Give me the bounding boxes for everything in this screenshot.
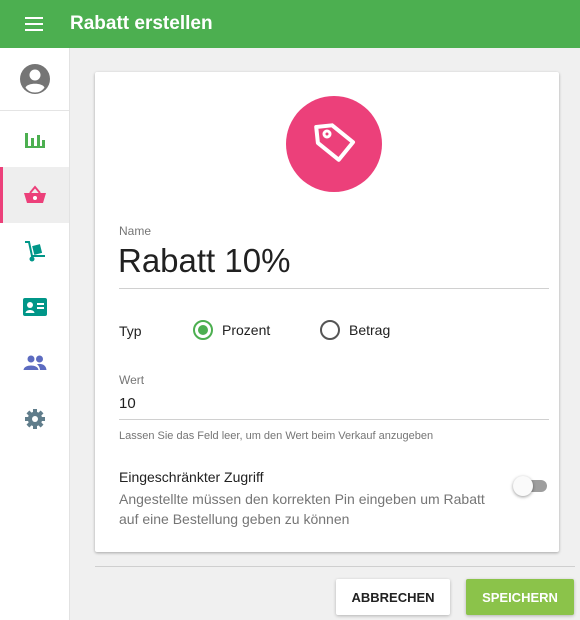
radio-unchecked-icon bbox=[320, 320, 340, 340]
name-input-underline bbox=[119, 288, 549, 289]
type-radio-percent-label: Prozent bbox=[222, 322, 271, 338]
app-bar: Rabatt erstellen bbox=[0, 0, 580, 48]
gear-icon bbox=[24, 409, 45, 429]
radio-checked-icon bbox=[193, 320, 213, 340]
sidebar-item-shop[interactable] bbox=[0, 167, 69, 223]
type-radio-amount-label: Betrag bbox=[349, 322, 391, 338]
sidebar-item-contacts[interactable] bbox=[0, 279, 69, 335]
discount-avatar bbox=[286, 96, 382, 192]
contact-card-icon bbox=[22, 298, 47, 316]
menu-button[interactable] bbox=[0, 0, 68, 48]
tag-icon bbox=[314, 123, 356, 162]
sidebar-item-delivery[interactable] bbox=[0, 223, 69, 279]
value-input-underline bbox=[119, 419, 549, 420]
hand-truck-icon bbox=[24, 241, 45, 262]
sidebar-item-settings[interactable] bbox=[0, 391, 69, 447]
shopping-basket-icon bbox=[23, 185, 46, 203]
sidebar-item-statistics[interactable] bbox=[0, 111, 69, 167]
type-radio-percent[interactable]: Prozent bbox=[193, 320, 270, 340]
value-label: Wert bbox=[119, 373, 145, 387]
people-icon bbox=[23, 355, 46, 370]
type-label: Typ bbox=[119, 323, 142, 339]
restricted-access-toggle[interactable] bbox=[513, 475, 549, 496]
value-input[interactable]: 10 bbox=[119, 395, 136, 412]
hamburger-menu-icon bbox=[25, 17, 43, 31]
bar-chart-icon bbox=[24, 133, 45, 148]
discount-form-card: Name Rabatt 10% Typ Prozent Betrag Wert … bbox=[95, 72, 559, 552]
type-radio-amount[interactable]: Betrag bbox=[320, 320, 390, 340]
toggle-thumb bbox=[513, 476, 533, 496]
restricted-access-description: Angestellte müssen den korrekten Pin ein… bbox=[119, 491, 485, 527]
page-title: Rabatt erstellen bbox=[70, 13, 213, 34]
cancel-button[interactable]: ABBRECHEN bbox=[336, 579, 450, 615]
sidebar-profile[interactable] bbox=[0, 48, 69, 111]
account-circle-icon bbox=[19, 64, 50, 94]
name-label: Name bbox=[119, 224, 152, 238]
save-button[interactable]: SPEICHERN bbox=[466, 579, 574, 615]
actions-divider bbox=[95, 566, 575, 567]
value-hint: Lassen Sie das Feld leer, um den Wert be… bbox=[119, 430, 434, 442]
name-input[interactable]: Rabatt 10% bbox=[118, 242, 290, 280]
sidebar bbox=[0, 48, 70, 620]
sidebar-item-staff[interactable] bbox=[0, 335, 69, 391]
restricted-access-title: Eingeschränkter Zugriff bbox=[119, 469, 264, 485]
